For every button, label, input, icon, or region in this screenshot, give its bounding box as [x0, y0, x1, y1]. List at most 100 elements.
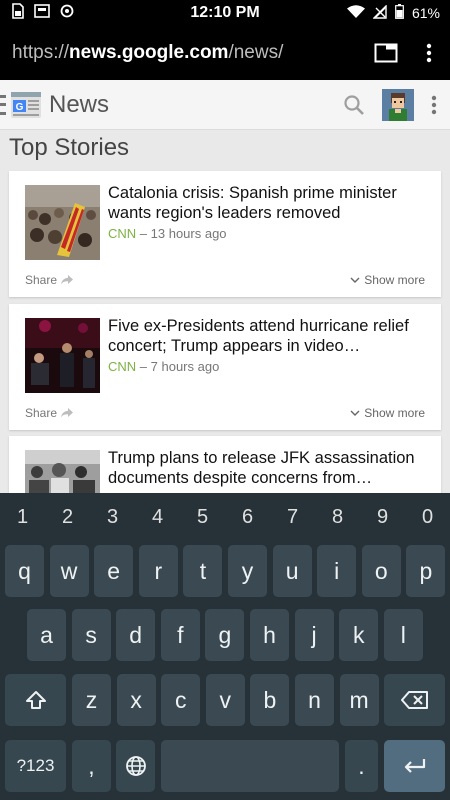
key-y[interactable]: y	[228, 545, 267, 597]
key-b[interactable]: b	[250, 674, 290, 726]
story-title[interactable]: Trump plans to release JFK assassination…	[108, 448, 428, 488]
key-g[interactable]: g	[205, 609, 245, 661]
url-field[interactable]: https://news.google.com/news/	[0, 42, 366, 64]
browser-toolbar: https://news.google.com/news/	[0, 26, 450, 80]
app-more-button[interactable]	[422, 85, 446, 125]
key-8[interactable]: 8	[315, 493, 360, 541]
key-7[interactable]: 7	[270, 493, 315, 541]
status-time: 12:10 PM	[190, 4, 260, 21]
number-row: 1234567890	[0, 493, 450, 541]
section-title: Top Stories	[9, 134, 130, 161]
stories-feed: Top Stories Catalonia crisis: Spanish pr…	[0, 130, 450, 493]
key-a[interactable]: a	[27, 609, 66, 661]
story-card[interactable]: Catalonia crisis: Spanish prime minister…	[9, 171, 441, 297]
more-vert-icon	[431, 95, 437, 114]
key-v[interactable]: v	[205, 674, 245, 726]
url-host: news.google.com	[69, 42, 229, 63]
show-more-label: Show more	[364, 406, 425, 420]
url-scheme: https://	[12, 42, 70, 63]
key-5[interactable]: 5	[180, 493, 225, 541]
space-key[interactable]	[161, 740, 339, 792]
comma-key[interactable]: ,	[72, 740, 111, 792]
key-q[interactable]: q	[5, 545, 44, 597]
search-button[interactable]	[334, 85, 374, 125]
show-more-label: Show more	[364, 273, 425, 287]
wifi-icon	[346, 4, 365, 22]
story-title[interactable]: Five ex-Presidents attend hurricane reli…	[108, 316, 428, 356]
key-u[interactable]: u	[272, 545, 312, 597]
story-thumbnail[interactable]	[25, 450, 100, 493]
backspace-icon	[400, 691, 428, 709]
key-0[interactable]: 0	[405, 493, 450, 541]
url-path: /news/	[228, 42, 284, 63]
menu-icon[interactable]	[0, 94, 6, 115]
story-thumbnail[interactable]	[25, 318, 100, 393]
story-title[interactable]: Catalonia crisis: Spanish prime minister…	[108, 183, 428, 223]
story-card[interactable]: Trump plans to release JFK assassination…	[9, 436, 441, 493]
globe-icon	[125, 756, 146, 776]
google-news-logo: G	[9, 88, 43, 122]
key-m[interactable]: m	[339, 674, 379, 726]
key-f[interactable]: f	[160, 609, 200, 661]
key-s[interactable]: s	[71, 609, 111, 661]
sim-icon	[12, 2, 24, 24]
key-z[interactable]: z	[72, 674, 111, 726]
share-label: Share	[25, 273, 58, 287]
chevron-down-icon	[350, 277, 360, 283]
chevron-down-icon	[350, 410, 360, 416]
avatar[interactable]	[382, 88, 414, 121]
status-bar: 12:10 PM 61%	[0, 0, 450, 26]
key-t[interactable]: t	[183, 545, 223, 597]
story-meta: CNN – 13 hours ago	[108, 226, 227, 241]
key-4[interactable]: 4	[135, 493, 180, 541]
key-l[interactable]: l	[383, 609, 423, 661]
story-time: – 7 hours ago	[139, 359, 220, 374]
tab-switcher-button[interactable]	[366, 33, 406, 73]
key-p[interactable]: p	[406, 545, 446, 597]
svg-text:G: G	[16, 102, 24, 113]
key-w[interactable]: w	[49, 545, 89, 597]
shift-key[interactable]	[5, 674, 66, 726]
browser-menu-button[interactable]	[414, 33, 444, 73]
share-button[interactable]: Share	[25, 406, 74, 420]
battery-percent: 61%	[411, 5, 440, 21]
more-vert-icon	[426, 43, 432, 63]
show-more-button[interactable]: Show more	[350, 273, 425, 287]
key-h[interactable]: h	[250, 609, 289, 661]
story-thumbnail[interactable]	[25, 185, 100, 260]
story-meta: CNN – 7 hours ago	[108, 359, 219, 374]
key-2[interactable]: 2	[45, 493, 90, 541]
key-j[interactable]: j	[294, 609, 334, 661]
key-n[interactable]: n	[295, 674, 334, 726]
key-3[interactable]: 3	[90, 493, 135, 541]
sync-icon	[60, 4, 74, 23]
story-card[interactable]: Five ex-Presidents attend hurricane reli…	[9, 304, 441, 430]
key-o[interactable]: o	[361, 545, 401, 597]
show-more-button[interactable]: Show more	[350, 406, 425, 420]
battery-icon	[395, 4, 404, 22]
key-1[interactable]: 1	[0, 493, 45, 541]
symbols-key[interactable]: ?123	[5, 740, 66, 792]
share-button[interactable]: Share	[25, 273, 74, 287]
enter-icon	[404, 759, 425, 773]
share-label: Share	[25, 406, 58, 420]
signal-icon	[372, 3, 387, 22]
story-source[interactable]: CNN	[108, 226, 136, 241]
story-source[interactable]: CNN	[108, 359, 136, 374]
backspace-key[interactable]	[384, 674, 445, 726]
key-6[interactable]: 6	[225, 493, 270, 541]
key-x[interactable]: x	[116, 674, 156, 726]
story-time: – 13 hours ago	[139, 226, 227, 241]
key-e[interactable]: e	[94, 545, 134, 597]
enter-key[interactable]	[384, 740, 445, 792]
period-key[interactable]: .	[345, 740, 378, 792]
language-key[interactable]	[116, 740, 155, 792]
key-c[interactable]: c	[161, 674, 201, 726]
app-title: News	[49, 90, 110, 118]
key-9[interactable]: 9	[360, 493, 405, 541]
key-r[interactable]: r	[138, 545, 178, 597]
key-i[interactable]: i	[317, 545, 357, 597]
key-k[interactable]: k	[339, 609, 379, 661]
key-d[interactable]: d	[116, 609, 156, 661]
news-app-bar: G News	[0, 80, 450, 130]
